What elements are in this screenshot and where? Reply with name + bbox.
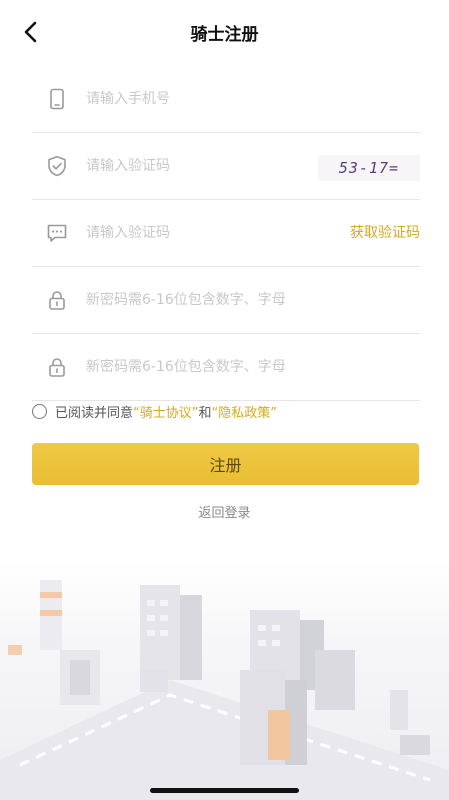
sms-code-input[interactable] <box>84 218 328 248</box>
agree-radio[interactable] <box>32 404 47 419</box>
agreement-prefix: 已阅读并同意 <box>55 406 134 421</box>
agreement-row: 已阅读并同意 “骑士协议” 和 “隐私政策” <box>32 402 277 421</box>
get-code-button[interactable]: 获取验证码 <box>350 222 420 242</box>
shield-check-icon <box>48 156 66 177</box>
captcha-row: 53-17= <box>32 133 420 200</box>
city-illustration <box>0 560 449 800</box>
rider-agreement-link[interactable]: “骑士协议” <box>133 402 198 421</box>
password-row <box>32 267 420 334</box>
captcha-image[interactable]: 53-17= <box>318 155 420 181</box>
lock-icon <box>49 358 65 377</box>
phone-row <box>32 66 420 133</box>
register-button[interactable]: 注册 <box>32 443 419 485</box>
password-input[interactable] <box>84 285 408 315</box>
lock-icon <box>49 291 65 310</box>
home-indicator <box>150 788 299 793</box>
confirm-password-row <box>32 334 420 401</box>
nav-bar: 骑士注册 <box>0 0 449 64</box>
confirm-password-input[interactable] <box>84 352 408 382</box>
phone-icon <box>50 88 64 110</box>
page-title: 骑士注册 <box>190 25 259 45</box>
captcha-input[interactable] <box>84 151 328 181</box>
agreement-mid: 和 <box>198 406 212 421</box>
privacy-policy-link[interactable]: “隐私政策” <box>212 402 277 421</box>
phone-input[interactable] <box>84 84 328 114</box>
register-form: 53-17= 获取验证码 <box>32 66 420 401</box>
back-to-login-link[interactable]: 返回登录 <box>0 502 449 521</box>
sms-code-row: 获取验证码 <box>32 200 420 267</box>
message-icon <box>47 224 67 242</box>
